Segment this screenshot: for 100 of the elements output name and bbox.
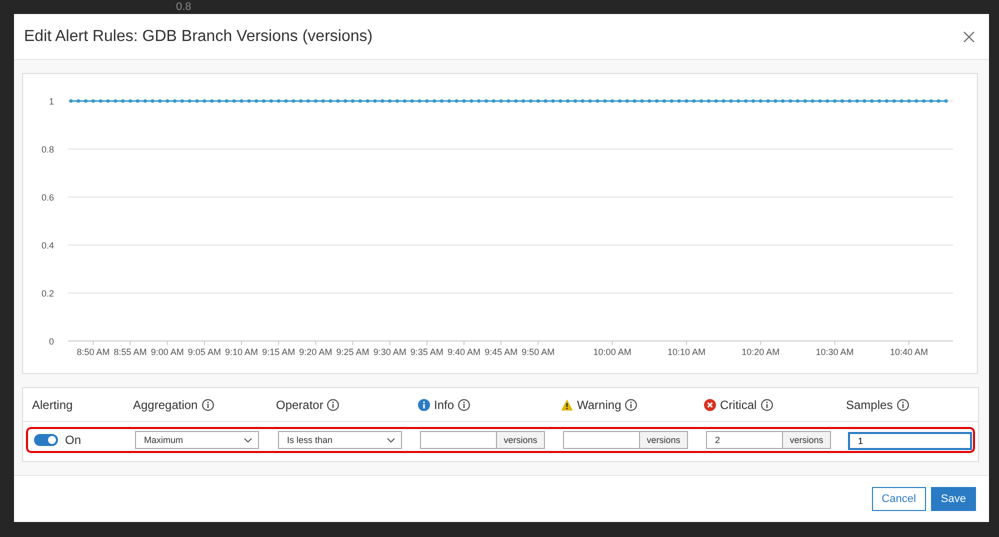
data-point	[299, 99, 303, 103]
data-point	[276, 99, 280, 103]
axis-label: 0.8	[41, 144, 54, 154]
data-point	[588, 99, 592, 103]
column-header: Info	[434, 398, 454, 412]
data-point	[706, 99, 711, 103]
data-point	[944, 99, 948, 103]
data-point	[855, 99, 859, 103]
data-point	[722, 99, 726, 103]
help-icon[interactable]	[327, 398, 340, 410]
axis-label: 10:10 AM	[667, 347, 706, 357]
axis-label: 10:20 AM	[742, 347, 780, 357]
data-point	[744, 99, 748, 103]
help-icon[interactable]	[202, 398, 214, 410]
data-point	[366, 99, 370, 103]
axis-label: 10:00 AM	[593, 347, 632, 357]
data-point	[217, 99, 222, 103]
data-point	[684, 99, 688, 103]
data-point	[566, 99, 570, 103]
data-point	[262, 99, 266, 103]
data-point	[826, 99, 830, 103]
data-point	[462, 99, 466, 103]
data-point	[410, 99, 414, 103]
unit-label: versions	[497, 431, 545, 449]
aggregation-dropdown[interactable]: Maximum	[135, 431, 259, 449]
toggle-switch[interactable]	[34, 434, 58, 446]
data-point	[833, 99, 837, 103]
data-point	[528, 99, 533, 103]
data-point	[700, 99, 704, 103]
help-icon[interactable]	[896, 398, 909, 410]
data-point	[551, 99, 555, 103]
data-point	[618, 99, 622, 103]
close-icon[interactable]	[963, 30, 975, 42]
data-point	[284, 99, 288, 103]
data-point	[195, 99, 199, 103]
column-header: Critical	[720, 398, 757, 412]
data-point	[662, 99, 666, 103]
axis-label: 9:45 AM	[484, 347, 518, 357]
data-point	[128, 99, 132, 103]
data-point	[358, 99, 362, 103]
data-point	[536, 99, 540, 103]
operator-dropdown[interactable]: Is less than	[278, 431, 402, 449]
help-icon[interactable]	[760, 398, 773, 410]
data-point	[796, 99, 800, 103]
data-point	[506, 99, 510, 103]
threshold-field[interactable]	[563, 431, 640, 449]
data-point	[736, 99, 740, 103]
data-point	[596, 99, 600, 103]
data-point	[373, 99, 377, 103]
threshold-field[interactable]	[420, 431, 497, 449]
background-label: 0.8	[176, 1, 192, 13]
data-point	[76, 99, 80, 103]
axis-label: 10:40 AM	[890, 347, 928, 357]
data-point	[632, 99, 636, 103]
data-point	[470, 99, 474, 103]
axis-label: 9:10 AM	[225, 347, 258, 357]
data-point	[350, 99, 355, 103]
data-point	[143, 99, 147, 103]
data-point	[603, 99, 607, 103]
unit-label: versions	[783, 431, 831, 449]
data-point	[114, 99, 118, 103]
data-point	[862, 99, 866, 103]
data-point	[447, 99, 451, 103]
axis-label: 1	[48, 96, 54, 106]
data-point	[425, 99, 429, 103]
toggle-label: On	[65, 433, 82, 447]
axis-label: 9:15 AM	[262, 347, 296, 357]
data-point	[907, 99, 911, 103]
help-icon[interactable]	[625, 398, 638, 410]
data-point	[892, 99, 896, 103]
data-point	[188, 99, 192, 103]
save-button[interactable]: Save	[930, 487, 976, 511]
data-point	[848, 99, 852, 103]
data-point	[173, 99, 177, 103]
help-icon[interactable]	[458, 398, 470, 410]
data-point	[380, 99, 384, 103]
unit-label: versions	[640, 431, 688, 449]
threshold-field[interactable]: 2	[706, 431, 783, 449]
data-point	[640, 99, 644, 103]
data-point	[514, 99, 518, 103]
axis-label: 9:30 AM	[373, 347, 406, 357]
axis-label: 8:50 AM	[76, 347, 110, 357]
data-point	[648, 99, 652, 103]
axis-label: 9:35 AM	[410, 347, 444, 357]
axis-label: 0	[48, 336, 54, 346]
error-icon	[704, 398, 716, 410]
samples-field[interactable]: 1	[848, 432, 972, 450]
column-header: Warning	[577, 398, 622, 412]
data-point	[878, 99, 882, 103]
data-point	[91, 99, 96, 103]
data-point	[254, 99, 258, 103]
data-point	[388, 99, 392, 103]
column-header: Samples	[846, 398, 893, 412]
axis-label: 0.4	[41, 240, 54, 250]
data-point	[677, 99, 681, 103]
data-point	[522, 99, 526, 103]
cancel-button[interactable]: Cancel	[872, 487, 926, 511]
axis-label: 0.6	[41, 192, 54, 202]
data-point	[914, 99, 918, 103]
data-point	[69, 99, 73, 103]
